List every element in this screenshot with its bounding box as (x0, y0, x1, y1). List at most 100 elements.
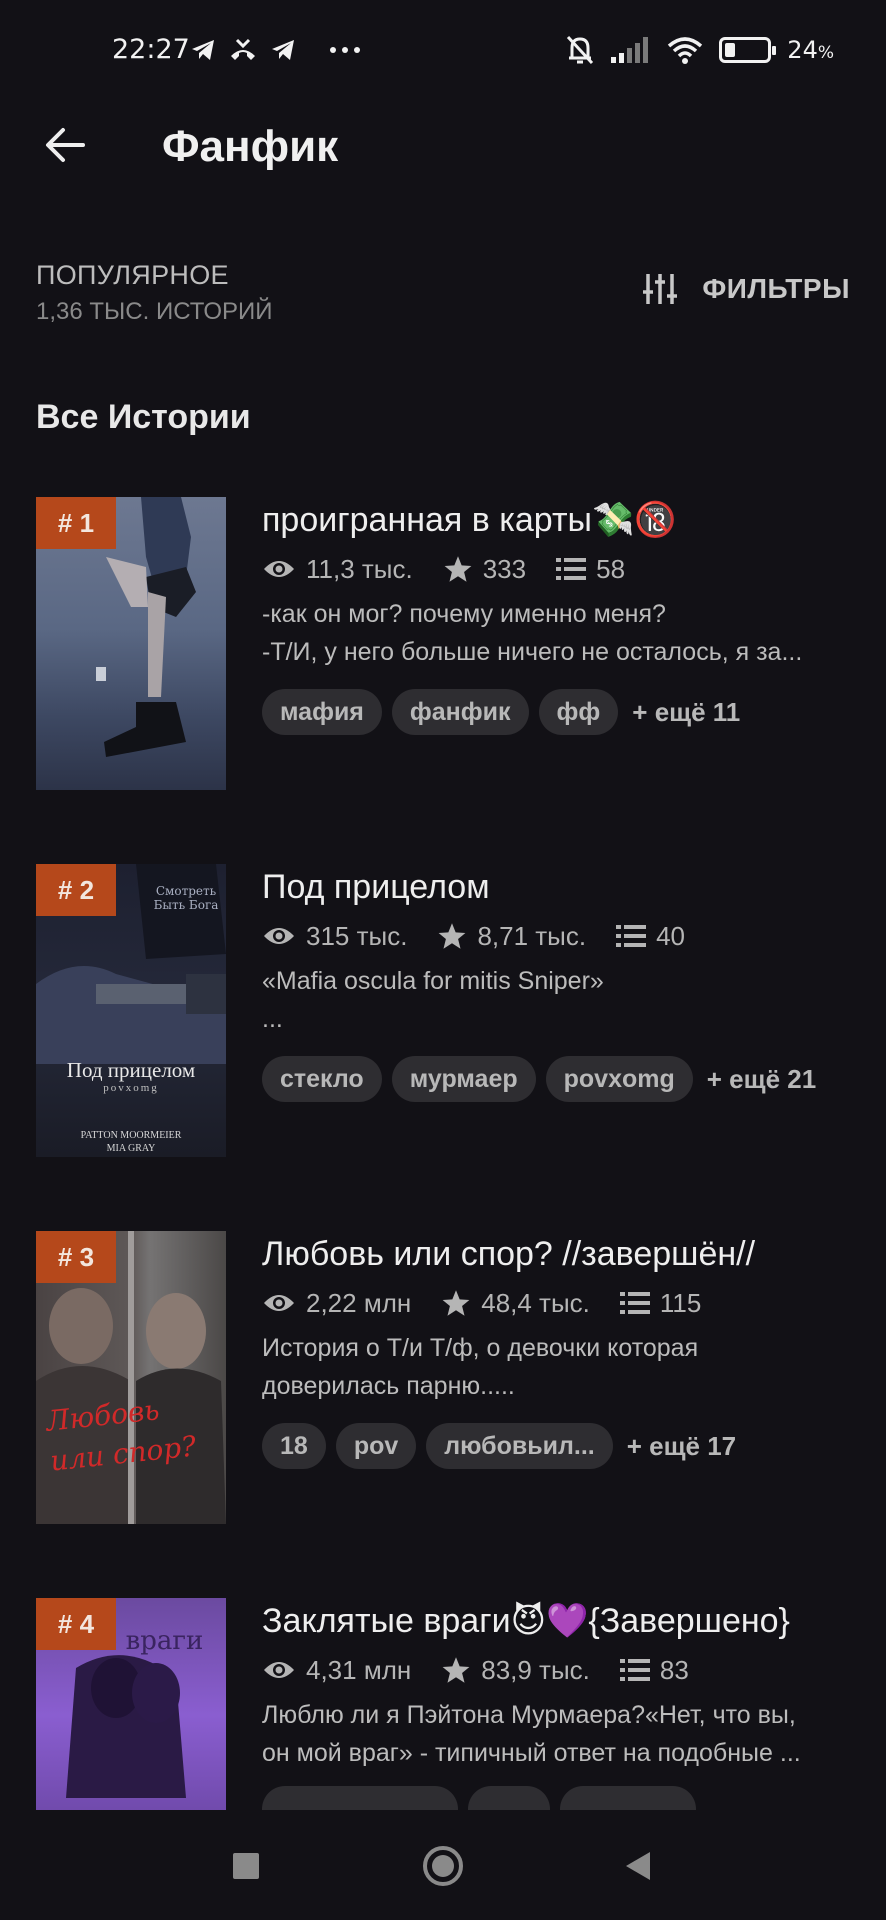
home-circle-icon[interactable] (421, 1844, 465, 1888)
eye-icon (264, 928, 294, 944)
telegram-icon (192, 40, 214, 60)
story-cover[interactable]: Смотреть Быть Бога Под прицелом povxomg … (36, 864, 226, 1157)
page-title: Фанфик (162, 122, 339, 171)
parts-stat: 58 (556, 554, 625, 585)
story-info: Заклятые враги😈💜{Завершено} 4,31 млн 83,… (262, 1598, 850, 1810)
parts-stat: 115 (619, 1288, 701, 1319)
filters-label: ФИЛЬТРЫ (702, 273, 850, 304)
tag-chip[interactable] (560, 1786, 696, 1810)
story-stats: 4,31 млн 83,9 тыс. 83 (262, 1650, 850, 1690)
tag-chip[interactable]: povxomg (545, 1056, 693, 1102)
more-tags[interactable]: + ещё 11 (632, 697, 740, 728)
story-title[interactable]: Любовь или спор? //завершён// (262, 1231, 852, 1277)
tag-chip[interactable]: стекло (262, 1056, 382, 1102)
reads-stat: 2,22 млн (262, 1288, 411, 1319)
star-icon (442, 1657, 470, 1683)
votes-stat: 48,4 тыс. (441, 1288, 590, 1319)
story-count: 1,36 ТЫС. ИСТОРИЙ (36, 298, 273, 325)
story-card[interactable]: # 1 проигранная в карты💸🔞 11,3 тыс. 333 … (36, 497, 850, 792)
rank-badge: # 1 (36, 497, 116, 549)
rank-badge: # 3 (36, 1231, 116, 1283)
more-tags[interactable]: + ещё 21 (707, 1064, 816, 1095)
reads-stat: 11,3 тыс. (262, 554, 413, 585)
tag-chip[interactable] (468, 1786, 550, 1810)
votes-stat: 83,9 тыс. (441, 1655, 590, 1686)
star-icon (444, 556, 472, 582)
eye-icon (264, 1662, 294, 1678)
story-card[interactable]: Любовь или спор? # 3 Любовь или спор? //… (36, 1231, 850, 1526)
tag-chip[interactable]: мафия (262, 689, 382, 735)
cover-subtitle: povxomg (103, 1082, 159, 1094)
tag-chip[interactable]: любовьил... (426, 1423, 613, 1469)
story-tags: стекло мурмаер povxomg + ещё 21 (262, 1056, 852, 1102)
story-tags: 18 pov любовьил... + ещё 17 (262, 1423, 852, 1469)
votes-stat: 333 (443, 554, 526, 585)
list-icon (619, 1292, 650, 1314)
story-info: Под прицелом 315 тыс. 8,71 тыс. 40 «Mafi… (262, 864, 852, 1102)
tag-chip[interactable]: фф (538, 689, 619, 735)
eye-icon (264, 561, 294, 577)
rank-badge: # 2 (36, 864, 116, 916)
wifi-icon (668, 37, 703, 64)
tag-chip[interactable]: мурмаер (391, 1056, 536, 1102)
story-description: Люблю ли я Пэйтона Мурмаера?«Нет, что вы… (262, 1701, 801, 1767)
story-description: «Mafia oscula for mitis Sniper»... (262, 967, 604, 1033)
battery-percentage: 24% (787, 36, 834, 64)
parts-stat: 40 (616, 921, 685, 952)
notification-icons (190, 38, 362, 62)
story-cover[interactable]: Любовь или спор? # 3 (36, 1231, 226, 1524)
story-title[interactable]: проигранная в карты💸🔞 (262, 497, 852, 543)
reads-stat: 4,31 млн (262, 1655, 411, 1686)
sort-title: ПОПУЛЯРНОЕ (36, 260, 229, 290)
list-icon (616, 925, 647, 947)
eye-icon (264, 1295, 294, 1311)
votes-stat: 8,71 тыс. (437, 921, 586, 952)
story-title[interactable]: Под прицелом (262, 864, 852, 910)
battery-icon (719, 37, 777, 63)
story-tags: мафия фанфик фф + ещё 11 (262, 689, 852, 735)
story-description: История о Т/и Т/ф, о девочки которая дове… (262, 1334, 699, 1400)
tag-chip[interactable]: pov (335, 1423, 417, 1469)
status-bar: 22:27 24% (0, 0, 886, 100)
story-stats: 315 тыс. 8,71 тыс. 40 (262, 916, 852, 956)
story-card[interactable]: Смотреть Быть Бога Под прицелом povxomg … (36, 864, 850, 1159)
cover-title: Под прицелом (66, 1058, 196, 1082)
star-icon (439, 923, 466, 949)
cover-top-text: Смотреть Быть Бога (153, 884, 219, 912)
missed-call-icon (231, 38, 255, 60)
more-tags[interactable]: + ещё 17 (627, 1431, 736, 1462)
star-icon (442, 1290, 470, 1316)
bell-muted-icon (567, 35, 594, 65)
tag-chip[interactable]: фанфик (391, 689, 529, 735)
story-stats: 2,22 млн 48,4 тыс. 115 (262, 1283, 852, 1323)
section-title: Все Истории (36, 398, 251, 436)
rank-badge: # 4 (36, 1598, 116, 1650)
story-title[interactable]: Заклятые враги😈💜{Завершено} (262, 1598, 850, 1644)
sliders-icon (643, 274, 678, 304)
arrow-left-icon (46, 128, 85, 162)
story-stats: 11,3 тыс. 333 58 (262, 549, 852, 589)
back-button[interactable] (38, 118, 92, 172)
back-triangle-icon[interactable] (624, 1850, 652, 1882)
story-info: Любовь или спор? //завершён// 2,22 млн 4… (262, 1231, 852, 1469)
cover-author: Patton Moormeier (80, 1130, 182, 1141)
list-icon (556, 558, 587, 580)
tag-chip[interactable]: 18 (262, 1423, 326, 1469)
story-cover[interactable]: Заклятые враги # 4 (36, 1598, 226, 1810)
parts-stat: 83 (619, 1655, 689, 1686)
story-info: проигранная в карты💸🔞 11,3 тыс. 333 58 -… (262, 497, 852, 735)
tag-chip[interactable] (262, 1786, 458, 1810)
story-card[interactable]: Заклятые враги # 4 Заклятые враги😈💜{Заве… (36, 1598, 850, 1810)
list-icon (619, 1659, 650, 1681)
recents-square-icon[interactable] (232, 1852, 260, 1880)
story-description: -как он мог? почему именно меня? -Т/И, у … (262, 600, 803, 666)
telegram-icon (272, 40, 294, 60)
more-dots-icon (330, 47, 360, 53)
cover-author: Mia Gray (106, 1143, 156, 1154)
system-icons: 24% (565, 34, 834, 66)
signal-icon (611, 37, 649, 63)
filters-button[interactable]: ФИЛЬТРЫ (642, 272, 850, 306)
system-nav-bar (0, 1810, 886, 1920)
status-time: 22:27 (112, 34, 190, 65)
story-cover[interactable]: # 1 (36, 497, 226, 790)
